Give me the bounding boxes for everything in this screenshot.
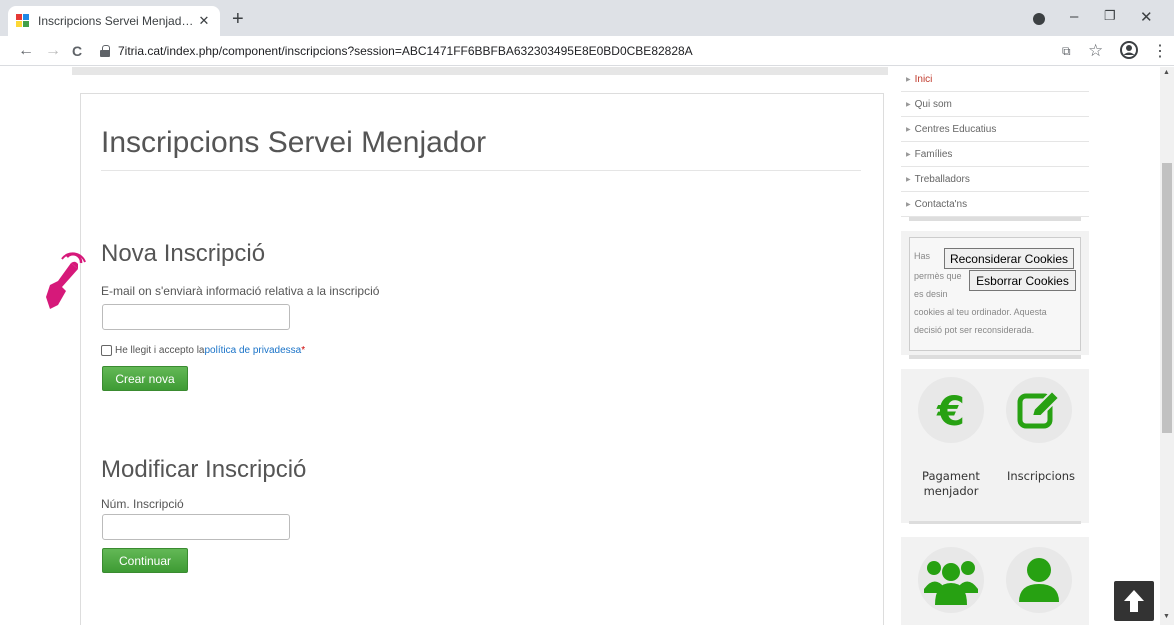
continue-button[interactable]: Continuar xyxy=(102,548,188,573)
modificar-inscripcio-heading: Modificar Inscripció xyxy=(101,456,307,483)
privacy-text: He llegit i accepto la xyxy=(115,345,205,356)
bullet-triangle-icon: ▶ xyxy=(906,76,911,83)
menu-bottom-bar xyxy=(909,217,1081,221)
group-link[interactable] xyxy=(918,547,984,613)
bullet-triangle-icon: ▶ xyxy=(906,201,911,208)
bullet-triangle-icon: ▶ xyxy=(906,151,911,158)
account-icon[interactable] xyxy=(1120,41,1138,62)
num-inscripcio-field[interactable] xyxy=(102,514,290,540)
cookie-text-4: cookies al teu ordinador. Aquesta xyxy=(914,307,1047,317)
inscriptions-link[interactable] xyxy=(1006,377,1072,443)
page-viewport: Inscripcions Servei Menjador Nova Inscri… xyxy=(0,67,1174,625)
privacy-checkbox[interactable] xyxy=(101,345,112,356)
privacy-policy-link[interactable]: política de privadessa xyxy=(205,345,302,356)
browser-toolbar: ← → C 7itria.cat/index.php/component/ins… xyxy=(0,36,1174,66)
euro-icon: € xyxy=(936,389,965,432)
pointing-hand-icon xyxy=(46,252,86,309)
cookie-text-1: Has xyxy=(914,251,931,261)
payment-label[interactable]: Pagament menjador xyxy=(915,469,987,499)
scroll-up-icon[interactable]: ▲ xyxy=(1163,69,1170,76)
email-field[interactable] xyxy=(102,304,290,330)
quick-links-panel: € Pagament menjador Inscripcions xyxy=(901,369,1089,524)
bookmark-star-icon[interactable]: ☆ xyxy=(1088,41,1103,61)
cookie-text-2: permès que xyxy=(914,271,962,281)
tab-close-icon[interactable]: ✕ xyxy=(196,13,212,29)
svg-text:€: € xyxy=(936,389,965,432)
sidebar-item-centres-educatius[interactable]: ▶ Centres Educatius xyxy=(901,117,1089,142)
sidebar-item-treballadors[interactable]: ▶ Treballadors xyxy=(901,167,1089,192)
tab-title: Inscripcions Servei Menjador - 7itria.ca… xyxy=(38,14,196,28)
payment-link[interactable]: € xyxy=(918,377,984,443)
lock-icon xyxy=(100,45,110,57)
bullet-triangle-icon: ▶ xyxy=(906,101,911,108)
page-title: Inscripcions Servei Menjador xyxy=(101,126,487,159)
inscriptions-label[interactable]: Inscripcions xyxy=(1001,469,1081,484)
menu-label: Treballadors xyxy=(914,173,970,185)
maximize-button[interactable]: ❐ xyxy=(1104,8,1116,24)
nova-inscripcio-heading: Nova Inscripció xyxy=(101,240,266,267)
scrollbar-thumb[interactable] xyxy=(1162,163,1172,433)
url-text: 7itria.cat/index.php/component/inscripci… xyxy=(118,44,693,58)
browser-tab-bar: Inscripcions Servei Menjador - 7itria.ca… xyxy=(0,0,1174,36)
bullet-triangle-icon: ▶ xyxy=(906,126,911,133)
divider xyxy=(101,170,861,171)
cookie-text-5: decisió pot ser reconsiderada. xyxy=(914,325,1035,335)
menu-label: Qui som xyxy=(914,98,952,110)
chrome-profile-icon[interactable] xyxy=(1033,13,1045,25)
menu-label: Contacta'ns xyxy=(914,198,968,210)
cookie-panel-bottom-bar xyxy=(909,355,1081,359)
arrow-up-icon xyxy=(1124,590,1144,612)
quick-links-panel-2 xyxy=(901,537,1089,625)
user-icon xyxy=(1019,558,1059,602)
edit-icon xyxy=(1017,389,1061,429)
delete-cookies-button[interactable]: Esborrar Cookies xyxy=(969,270,1076,291)
back-to-top-button[interactable] xyxy=(1114,581,1154,621)
sidebar-item-inici[interactable]: ▶ Inici xyxy=(901,67,1089,92)
translate-icon[interactable]: ⧉ xyxy=(1062,44,1071,59)
scroll-down-icon[interactable]: ▼ xyxy=(1163,613,1170,620)
bullet-triangle-icon: ▶ xyxy=(906,176,911,183)
forward-button[interactable]: → xyxy=(45,42,61,60)
user-link[interactable] xyxy=(1006,547,1072,613)
panel-bottom-bar xyxy=(909,521,1081,524)
required-mark: * xyxy=(301,345,306,356)
payment-label-line2: menjador xyxy=(923,484,979,498)
menu-label: Centres Educatius xyxy=(914,123,997,135)
email-label: E-mail on s'enviarà informació relativa … xyxy=(101,284,380,298)
menu-label: Inici xyxy=(914,73,933,85)
menu-label: Famílies xyxy=(914,148,953,160)
cookie-panel: Has permès que es desin cookies al teu o… xyxy=(901,231,1089,355)
site-favicon-icon xyxy=(16,14,30,28)
sidebar-item-qui-som[interactable]: ▶ Qui som xyxy=(901,92,1089,117)
reconsider-cookies-button[interactable]: Reconsiderar Cookies xyxy=(944,248,1074,269)
payment-label-line1: Pagament xyxy=(922,469,980,483)
minimize-button[interactable]: – xyxy=(1070,8,1078,25)
cookie-notice: Has permès que es desin cookies al teu o… xyxy=(909,237,1081,351)
reload-button[interactable]: C xyxy=(72,43,82,59)
privacy-consent-row: He llegit i accepto la política de priva… xyxy=(101,345,305,356)
sidebar-item-families[interactable]: ▶ Famílies xyxy=(901,142,1089,167)
num-inscripcio-label: Núm. Inscripció xyxy=(101,497,184,511)
main-content: Inscripcions Servei Menjador Nova Inscri… xyxy=(80,93,884,625)
create-new-button[interactable]: Crear nova xyxy=(102,366,188,391)
page-scrollbar[interactable]: ▲ ▼ xyxy=(1160,67,1174,625)
chrome-menu-icon[interactable]: ⋮ xyxy=(1152,41,1168,61)
group-icon xyxy=(924,561,978,605)
back-button[interactable]: ← xyxy=(18,42,34,60)
browser-tab[interactable]: Inscripcions Servei Menjador - 7itria.ca… xyxy=(8,6,220,36)
content-top-bar xyxy=(72,67,888,75)
new-tab-button[interactable]: + xyxy=(232,9,244,29)
address-bar[interactable]: 7itria.cat/index.php/component/inscripci… xyxy=(100,40,980,62)
cookie-text-3: es desin xyxy=(914,289,948,299)
sidebar-menu: ▶ Inici ▶ Qui som ▶ Centres Educatius ▶ Famí… xyxy=(901,67,1089,221)
window-close-button[interactable]: ✕ xyxy=(1140,8,1153,26)
sidebar-item-contactans[interactable]: ▶ Contacta'ns xyxy=(901,192,1089,217)
